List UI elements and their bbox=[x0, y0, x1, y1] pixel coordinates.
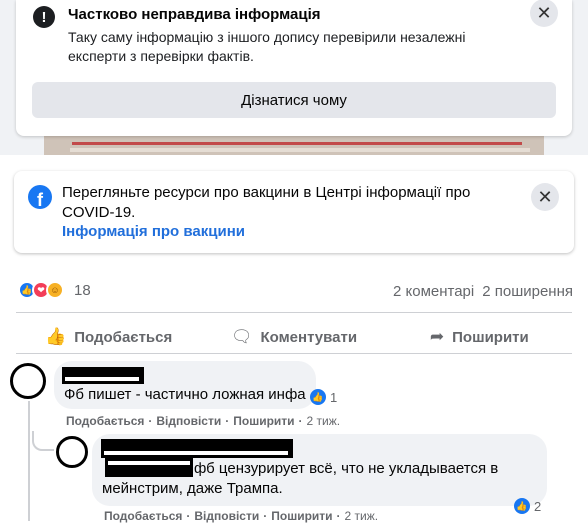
photo-detail bbox=[72, 142, 522, 145]
comment-time[interactable]: 2 тиж. bbox=[307, 414, 341, 428]
falsy-info-area: ! Частково неправдива інформація Таку са… bbox=[0, 0, 588, 155]
comment-actions: Подобається · Відповісти · Поширити · 2 тиж… bbox=[66, 414, 341, 428]
comment-text: мейнстрим, даже Трампа. bbox=[102, 480, 283, 497]
like-button[interactable]: 👍 Подобається bbox=[16, 317, 201, 357]
comment-bubble: фб цензурирует всё, что не укладывается … bbox=[92, 434, 547, 506]
post-footer: f Перегляньте ресурси про вакцини в Цент… bbox=[0, 155, 588, 524]
comment-reply-link[interactable]: Відповісти bbox=[194, 509, 259, 523]
reaction-summary[interactable]: 👍 ❤ ☺ 18 bbox=[18, 281, 91, 299]
comment-share-link[interactable]: Поширити bbox=[233, 414, 294, 428]
comment-like-count: 1 bbox=[330, 389, 338, 405]
share-label: Поширити bbox=[452, 328, 529, 346]
comment-time[interactable]: 2 тиж. bbox=[345, 509, 379, 523]
post-actions: 👍 Подобається 🗨 Коментувати ➦ Поширити bbox=[16, 317, 572, 357]
comment-like-count: 2 bbox=[534, 498, 542, 514]
comment-bubble: Фб пишет - частично ложная инфа bbox=[54, 361, 316, 409]
redacted-name bbox=[62, 367, 144, 384]
redacted-name bbox=[101, 439, 293, 458]
comment-label: Коментувати bbox=[260, 328, 358, 346]
comment-like-link[interactable]: Подобається bbox=[104, 509, 182, 523]
covid-info-card: f Перегляньте ресурси про вакцини в Цент… bbox=[14, 171, 574, 253]
comment-like-link[interactable]: Подобається bbox=[66, 414, 144, 428]
comment-actions: Подобається · Відповісти · Поширити · 2 тиж… bbox=[104, 509, 379, 523]
like-label: Подобається bbox=[74, 328, 173, 346]
falsy-info-title: Частково неправдива інформація bbox=[68, 6, 321, 23]
avatar[interactable] bbox=[10, 363, 46, 399]
warning-icon: ! bbox=[33, 6, 55, 28]
comment-share-link[interactable]: Поширити bbox=[271, 509, 332, 523]
shares-count-link[interactable]: 2 поширення bbox=[482, 283, 573, 300]
reaction-count: 18 bbox=[74, 281, 91, 299]
learn-why-button[interactable]: Дізнатися чому bbox=[32, 82, 556, 118]
divider bbox=[16, 312, 572, 313]
like-icon: 👍 bbox=[514, 498, 530, 514]
comment-reaction-badge[interactable]: 👍 2 bbox=[514, 498, 541, 514]
share-button[interactable]: ➦ Поширити bbox=[387, 317, 572, 357]
comments-count-link[interactable]: 2 коментарі bbox=[393, 283, 474, 300]
thumbs-up-icon: 👍 bbox=[45, 327, 67, 346]
photo-detail bbox=[70, 148, 530, 152]
divider bbox=[16, 353, 572, 354]
reply-connector bbox=[32, 431, 54, 451]
post-stats: 2 коментарі 2 поширення bbox=[393, 283, 573, 300]
close-icon[interactable]: ✕ bbox=[530, 0, 558, 27]
thread-line bbox=[28, 401, 30, 521]
comment-reply-link[interactable]: Відповісти bbox=[156, 414, 221, 428]
avatar[interactable] bbox=[56, 436, 88, 468]
vaccine-info-link[interactable]: Інформація про вакцини bbox=[62, 223, 245, 240]
facebook-logo-icon: f bbox=[28, 185, 52, 209]
falsy-info-text: Таку саму інформацію з іншого допису пер… bbox=[68, 29, 466, 64]
comment-button[interactable]: 🗨 Коментувати bbox=[201, 317, 386, 357]
comment-text: Фб пишет - частично ложная инфа bbox=[64, 386, 306, 403]
falsy-info-card: ! Частково неправдива інформація Таку са… bbox=[16, 0, 572, 136]
covid-info-text: Перегляньте ресурси про вакцини в Центрі… bbox=[62, 184, 471, 221]
comment-reaction-badge[interactable]: 👍 1 bbox=[310, 389, 337, 405]
share-icon: ➦ bbox=[429, 327, 445, 346]
comment-icon: 🗨 bbox=[230, 327, 253, 346]
comment-text: фб цензурирует всё, что не укладывается … bbox=[194, 460, 499, 477]
redacted-mention bbox=[105, 458, 193, 477]
like-icon: 👍 bbox=[310, 389, 326, 405]
close-icon[interactable]: ✕ bbox=[531, 183, 559, 211]
care-reaction-icon: ☺ bbox=[46, 281, 64, 299]
